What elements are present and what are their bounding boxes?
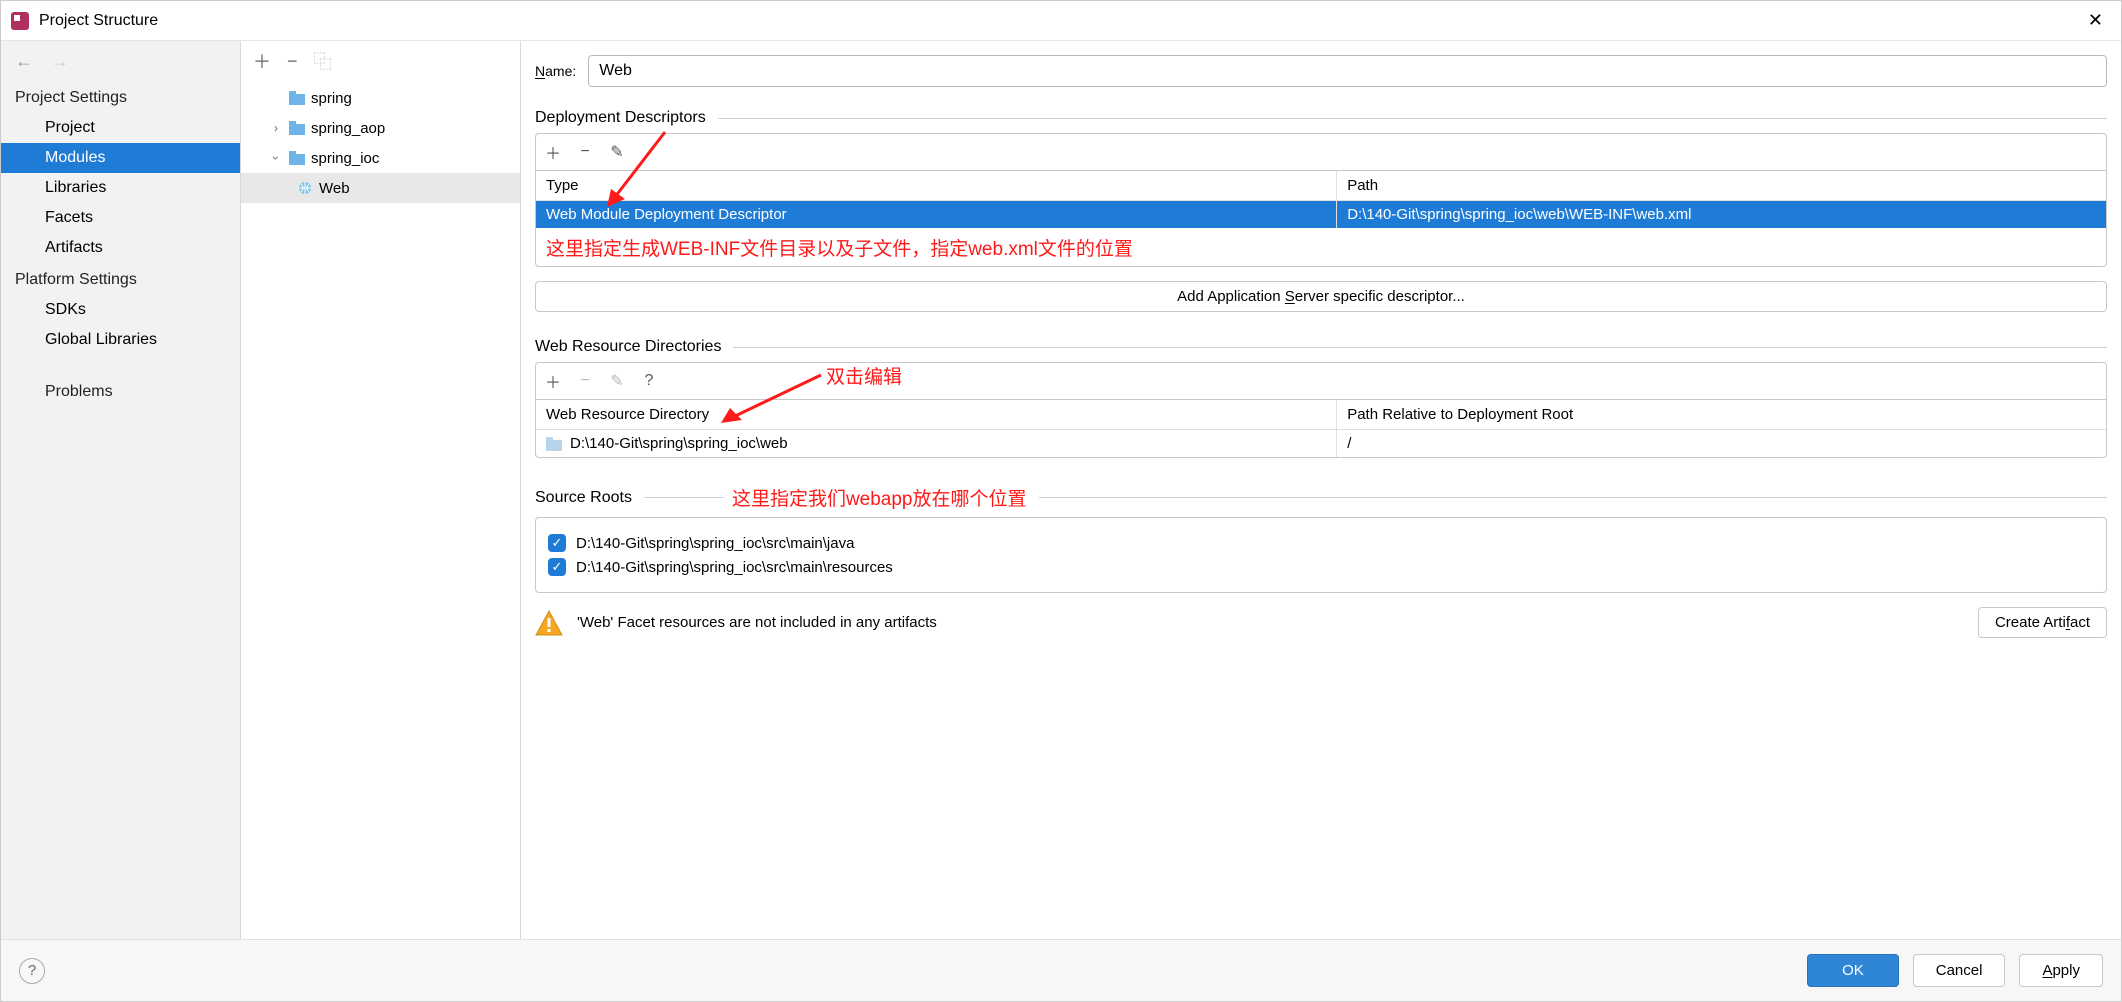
remove-module-icon[interactable]: − (287, 51, 298, 72)
web-resource-dir-row[interactable]: D:\140-Git\spring\spring_ioc\web / (536, 430, 2106, 458)
tree-label: spring_aop (311, 120, 385, 137)
cell-path: D:\140-Git\spring\spring_ioc\web\WEB-INF… (1337, 201, 2106, 229)
nav-forward-icon[interactable]: → (51, 51, 69, 72)
add-icon[interactable]: ＋ (544, 369, 562, 393)
tree-item-spring[interactable]: spring (241, 83, 520, 113)
nav-project[interactable]: Project (1, 113, 240, 143)
module-folder-icon (289, 91, 305, 105)
annotation-deploy: 这里指定生成WEB-INF文件目录以及子文件，指定web.xml文件的位置 (546, 239, 1133, 260)
cell-rel: / (1337, 430, 2106, 458)
add-module-icon[interactable]: ＋ (253, 48, 271, 74)
left-nav: ← → Project Settings Project Modules Lib… (1, 41, 241, 939)
project-structure-dialog: Project Structure ✕ ← → Project Settings… (0, 0, 2122, 1002)
deploy-toolbar: ＋ − ✎ (535, 133, 2107, 170)
add-icon[interactable]: ＋ (544, 140, 562, 164)
col-type: Type (536, 171, 1337, 201)
web-resource-dirs-label: Web Resource Directories (535, 338, 721, 356)
nav-global-libraries[interactable]: Global Libraries (1, 325, 240, 355)
tree-label: spring (311, 90, 352, 107)
deployment-descriptors-label: Deployment Descriptors (535, 109, 706, 127)
help-icon[interactable]: ? (640, 372, 658, 390)
source-root-row[interactable]: ✓ D:\140-Git\spring\spring_ioc\src\main\… (548, 534, 2094, 552)
web-resource-dirs-table: Web Resource Directory Path Relative to … (536, 400, 2106, 457)
deploy-descriptor-row[interactable]: Web Module Deployment Descriptor D:\140-… (536, 201, 2106, 229)
window-title: Project Structure (39, 12, 2080, 30)
source-roots-label: Source Roots (535, 489, 632, 507)
module-tree-panel: ＋ − ⿻ spring › spring_aop › spr (241, 41, 521, 939)
nav-back-icon[interactable]: ← (15, 51, 33, 72)
webres-toolbar: ＋ − ✎ ? (535, 362, 2107, 399)
create-artifact-button[interactable]: Create Artifact (1978, 607, 2107, 638)
nav-modules[interactable]: Modules (1, 143, 240, 173)
annotation-double-click: 双击编辑 (826, 362, 902, 389)
deploy-descriptors-table: Type Path Web Module Deployment Descript… (536, 171, 2106, 266)
module-folder-icon (289, 151, 305, 165)
tree-item-spring-ioc[interactable]: › spring_ioc (241, 143, 520, 173)
nav-artifacts[interactable]: Artifacts (1, 233, 240, 263)
nav-sdks[interactable]: SDKs (1, 295, 240, 325)
apply-button[interactable]: Apply (2019, 954, 2103, 987)
tree-label: Web (319, 180, 350, 197)
source-roots-box: ✓ D:\140-Git\spring\spring_ioc\src\main\… (535, 517, 2107, 593)
help-icon[interactable]: ? (19, 958, 45, 984)
module-folder-icon (289, 121, 305, 135)
tree-item-web[interactable]: Web (241, 173, 520, 203)
remove-icon[interactable]: − (576, 372, 594, 390)
nav-problems[interactable]: Problems (1, 375, 240, 407)
source-root-row[interactable]: ✓ D:\140-Git\spring\spring_ioc\src\main\… (548, 558, 2094, 576)
checkbox-checked-icon[interactable]: ✓ (548, 558, 566, 576)
add-server-descriptor-button[interactable]: Add Application Server specific descript… (535, 281, 2107, 312)
warning-icon (535, 610, 563, 636)
section-project-settings: Project Settings (1, 81, 240, 113)
source-root-path: D:\140-Git\spring\spring_ioc\src\main\re… (576, 559, 893, 576)
col-rel: Path Relative to Deployment Root (1337, 400, 2106, 430)
section-platform-settings: Platform Settings (1, 263, 240, 295)
warning-text: 'Web' Facet resources are not included i… (577, 614, 1964, 631)
remove-icon[interactable]: − (576, 143, 594, 161)
tree-item-spring-aop[interactable]: › spring_aop (241, 113, 520, 143)
dialog-footer: ? OK Cancel Apply (1, 939, 2121, 1001)
close-icon[interactable]: ✕ (2080, 6, 2111, 35)
name-label: Name: (535, 63, 576, 79)
cell-type: Web Module Deployment Descriptor (536, 201, 1337, 229)
titlebar: Project Structure ✕ (1, 1, 2121, 41)
nav-libraries[interactable]: Libraries (1, 173, 240, 203)
edit-icon[interactable]: ✎ (608, 142, 626, 162)
ok-button[interactable]: OK (1807, 954, 1899, 987)
web-facet-icon (297, 181, 313, 195)
cancel-button[interactable]: Cancel (1913, 954, 2006, 987)
app-icon (11, 12, 29, 30)
checkbox-checked-icon[interactable]: ✓ (548, 534, 566, 552)
tree-label: spring_ioc (311, 150, 379, 167)
edit-icon[interactable]: ✎ (608, 371, 626, 391)
facet-config-panel: Name: Deployment Descriptors ＋ − ✎ Type … (521, 41, 2121, 939)
copy-module-icon[interactable]: ⿻ (314, 48, 332, 74)
source-root-path: D:\140-Git\spring\spring_ioc\src\main\ja… (576, 535, 854, 552)
col-dir: Web Resource Directory (536, 400, 1337, 430)
facet-name-input[interactable] (588, 55, 2107, 87)
annotation-webapp: 这里指定我们webapp放在哪个位置 (732, 484, 1027, 511)
col-path: Path (1337, 171, 2106, 201)
cell-dir: D:\140-Git\spring\spring_ioc\web (570, 435, 788, 452)
folder-icon (546, 437, 562, 451)
nav-facets[interactable]: Facets (1, 203, 240, 233)
